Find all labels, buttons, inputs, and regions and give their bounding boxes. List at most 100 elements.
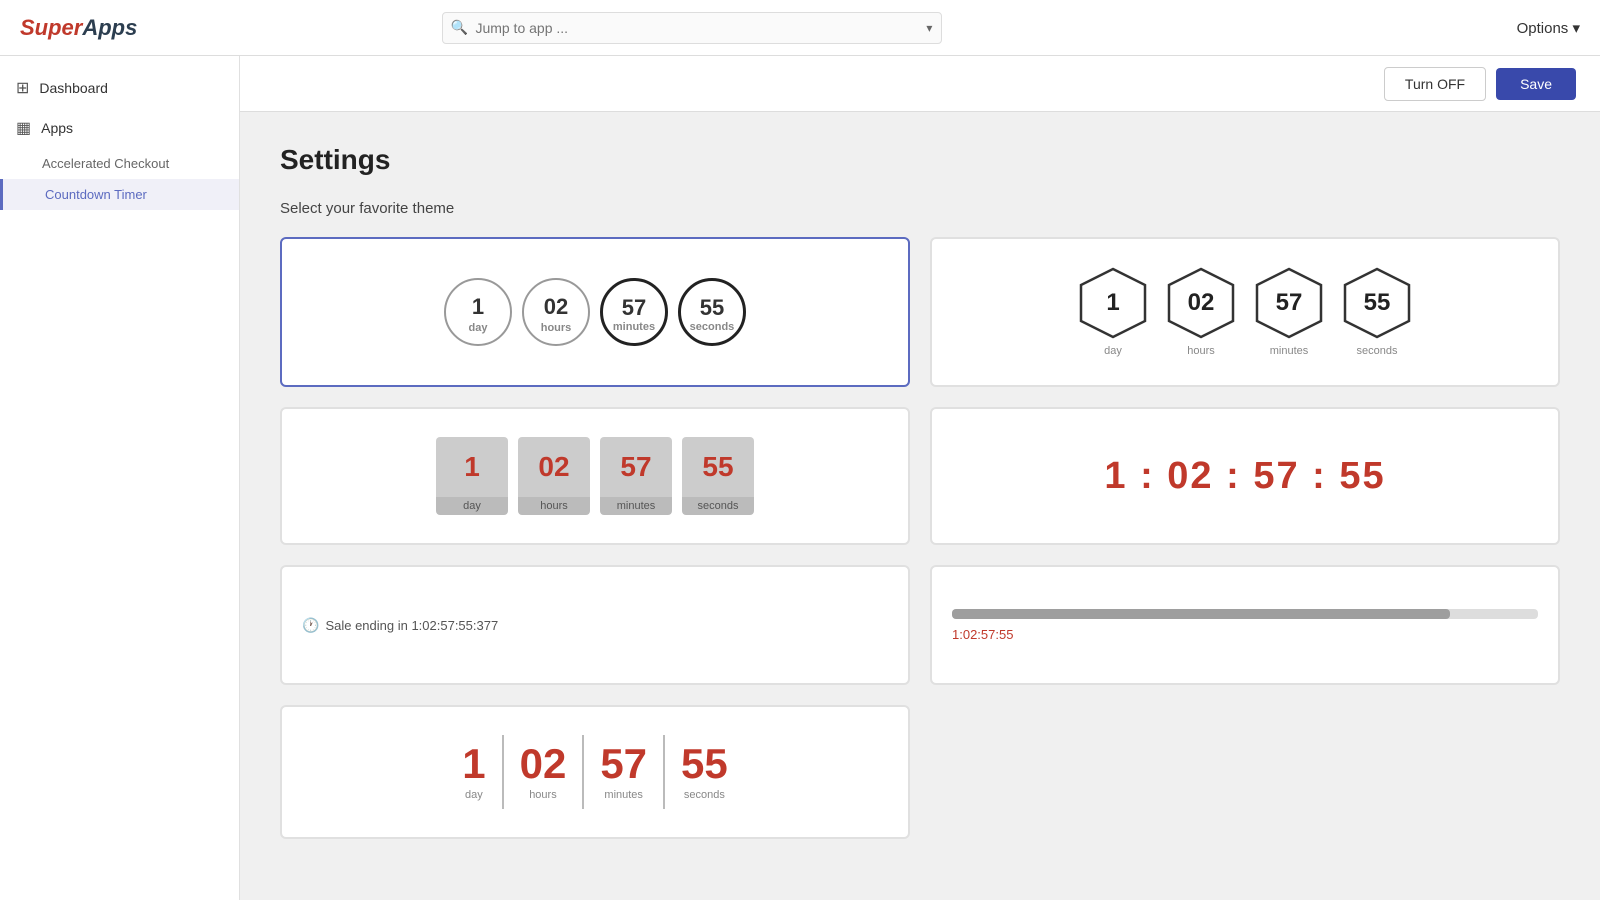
dashboard-label: Dashboard	[39, 80, 108, 96]
sidebar-item-accelerated-checkout[interactable]: Accelerated Checkout	[0, 148, 239, 179]
theme-card-slash[interactable]: 1 day 02 hours 57 minutes 55	[280, 705, 910, 839]
box-hours-num: 02	[518, 437, 590, 497]
slash-hours-label: hours	[529, 789, 557, 801]
theme-card-colon[interactable]: 1 : 02 : 57 : 55	[930, 407, 1560, 545]
save-button[interactable]: Save	[1496, 68, 1576, 100]
sidebar-item-dashboard[interactable]: ⊞ Dashboard	[0, 68, 239, 108]
hex-timer: 1 day 02 hours	[1077, 267, 1413, 357]
circle-day: 1 day	[444, 278, 512, 346]
progress-time: 1:02:57:55	[952, 627, 1538, 642]
sidebar-item-countdown-timer[interactable]: Countdown Timer	[0, 179, 239, 210]
slash-seconds-label: seconds	[684, 789, 725, 801]
hex-hours-label: hours	[1187, 345, 1215, 357]
hex-minutes-label: minutes	[1270, 345, 1309, 357]
hex-day-label: day	[1104, 345, 1122, 357]
dashboard-icon: ⊞	[16, 78, 29, 98]
hex-shape-minutes: 57	[1253, 267, 1325, 339]
circle-hours-num: 02	[544, 294, 568, 320]
box-minutes-num: 57	[600, 437, 672, 497]
hex-seconds-num: 55	[1364, 289, 1391, 317]
logo: SuperApps	[20, 15, 137, 41]
slash-unit-seconds: 55 seconds	[665, 735, 744, 809]
circle-day-label: day	[469, 322, 488, 334]
text-timer: 🕐 Sale ending in 1:02:57:55:377	[302, 617, 888, 634]
slash-unit-day: 1 day	[446, 735, 503, 809]
topbar: SuperApps 🔍 ▾ Options ▾	[0, 0, 1600, 56]
slash-hours-num: 02	[520, 743, 567, 785]
box-seconds-num: 55	[682, 437, 754, 497]
circle-minutes-label: minutes	[613, 321, 655, 333]
circle-minutes: 57 minutes	[600, 278, 668, 346]
sidebar: ⊞ Dashboard ▦ Apps Accelerated Checkout …	[0, 56, 240, 900]
theme-card-hex[interactable]: 1 day 02 hours	[930, 237, 1560, 387]
box-unit-day: 1 day	[436, 437, 508, 515]
slash-day-label: day	[465, 789, 483, 801]
circle-unit-minutes: 57 minutes	[600, 278, 668, 346]
hex-seconds-label: seconds	[1357, 345, 1398, 357]
search-input[interactable]	[442, 12, 942, 44]
circle-unit-hours: 02 hours	[522, 278, 590, 346]
box-minutes-label: minutes	[600, 497, 672, 515]
clock-icon: 🕐	[302, 617, 319, 634]
circle-hours-label: hours	[541, 322, 572, 334]
text-timer-text: 🕐 Sale ending in 1:02:57:55:377	[302, 617, 888, 634]
circle-seconds-label: seconds	[690, 321, 735, 333]
box-day-label: day	[436, 497, 508, 515]
hex-shape-seconds: 55	[1341, 267, 1413, 339]
hex-unit-seconds: 55 seconds	[1341, 267, 1413, 357]
hex-unit-day: 1 day	[1077, 267, 1149, 357]
slash-unit-hours: 02 hours	[504, 735, 585, 809]
theme-section-label: Select your favorite theme	[280, 200, 1560, 217]
hex-shape-day: 1	[1077, 267, 1149, 339]
box-unit-seconds: 55 seconds	[682, 437, 754, 515]
search-dropdown-icon[interactable]: ▾	[926, 21, 932, 35]
slash-day-num: 1	[462, 743, 485, 785]
box-unit-hours: 02 hours	[518, 437, 590, 515]
box-unit-minutes: 57 minutes	[600, 437, 672, 515]
theme-card-circle[interactable]: 1 day 02 hours 57	[280, 237, 910, 387]
options-button[interactable]: Options ▾	[1517, 19, 1580, 37]
slash-seconds-num: 55	[681, 743, 728, 785]
circle-minutes-num: 57	[622, 295, 646, 321]
apps-icon: ▦	[16, 118, 31, 138]
progress-bar-wrap	[952, 609, 1538, 619]
hex-unit-hours: 02 hours	[1165, 267, 1237, 357]
hex-shape-hours: 02	[1165, 267, 1237, 339]
circle-timer: 1 day 02 hours 57	[444, 278, 746, 346]
main-content: Settings Select your favorite theme 1 da…	[240, 112, 1600, 871]
search-bar: 🔍 ▾	[442, 12, 942, 44]
progress-timer: 1:02:57:55	[952, 609, 1538, 642]
box-hours-label: hours	[518, 497, 590, 515]
main-area: Turn OFF Save Settings Select your favor…	[240, 56, 1600, 900]
hex-minutes-num: 57	[1276, 289, 1303, 317]
circle-unit-seconds: 55 seconds	[678, 278, 746, 346]
hex-day-num: 1	[1106, 289, 1119, 317]
theme-card-box[interactable]: 1 day 02 hours 57 minutes 55	[280, 407, 910, 545]
page-title: Settings	[280, 144, 1560, 176]
box-seconds-label: seconds	[682, 497, 754, 515]
box-day-num: 1	[436, 437, 508, 497]
slash-unit-minutes: 57 minutes	[584, 735, 665, 809]
circle-unit-day: 1 day	[444, 278, 512, 346]
circle-seconds: 55 seconds	[678, 278, 746, 346]
colon-timer: 1 : 02 : 57 : 55	[1104, 455, 1385, 498]
box-timer: 1 day 02 hours 57 minutes 55	[436, 437, 754, 515]
progress-bar-fill	[952, 609, 1450, 619]
sidebar-item-apps[interactable]: ▦ Apps	[0, 108, 239, 148]
circle-hours: 02 hours	[522, 278, 590, 346]
theme-card-text[interactable]: 🕐 Sale ending in 1:02:57:55:377	[280, 565, 910, 685]
main-header: Turn OFF Save	[240, 56, 1600, 112]
search-icon: 🔍	[450, 19, 467, 36]
slash-minutes-num: 57	[600, 743, 647, 785]
circle-seconds-num: 55	[700, 295, 724, 321]
topbar-right: Options ▾	[1517, 19, 1580, 37]
theme-grid: 1 day 02 hours 57	[280, 237, 1560, 839]
hex-unit-minutes: 57 minutes	[1253, 267, 1325, 357]
slash-minutes-label: minutes	[604, 789, 643, 801]
circle-day-num: 1	[472, 294, 484, 320]
hex-hours-num: 02	[1188, 289, 1215, 317]
turn-off-button[interactable]: Turn OFF	[1384, 67, 1486, 101]
theme-card-progress[interactable]: 1:02:57:55	[930, 565, 1560, 685]
apps-label: Apps	[41, 120, 73, 136]
slash-timer: 1 day 02 hours 57 minutes 55	[446, 735, 744, 809]
